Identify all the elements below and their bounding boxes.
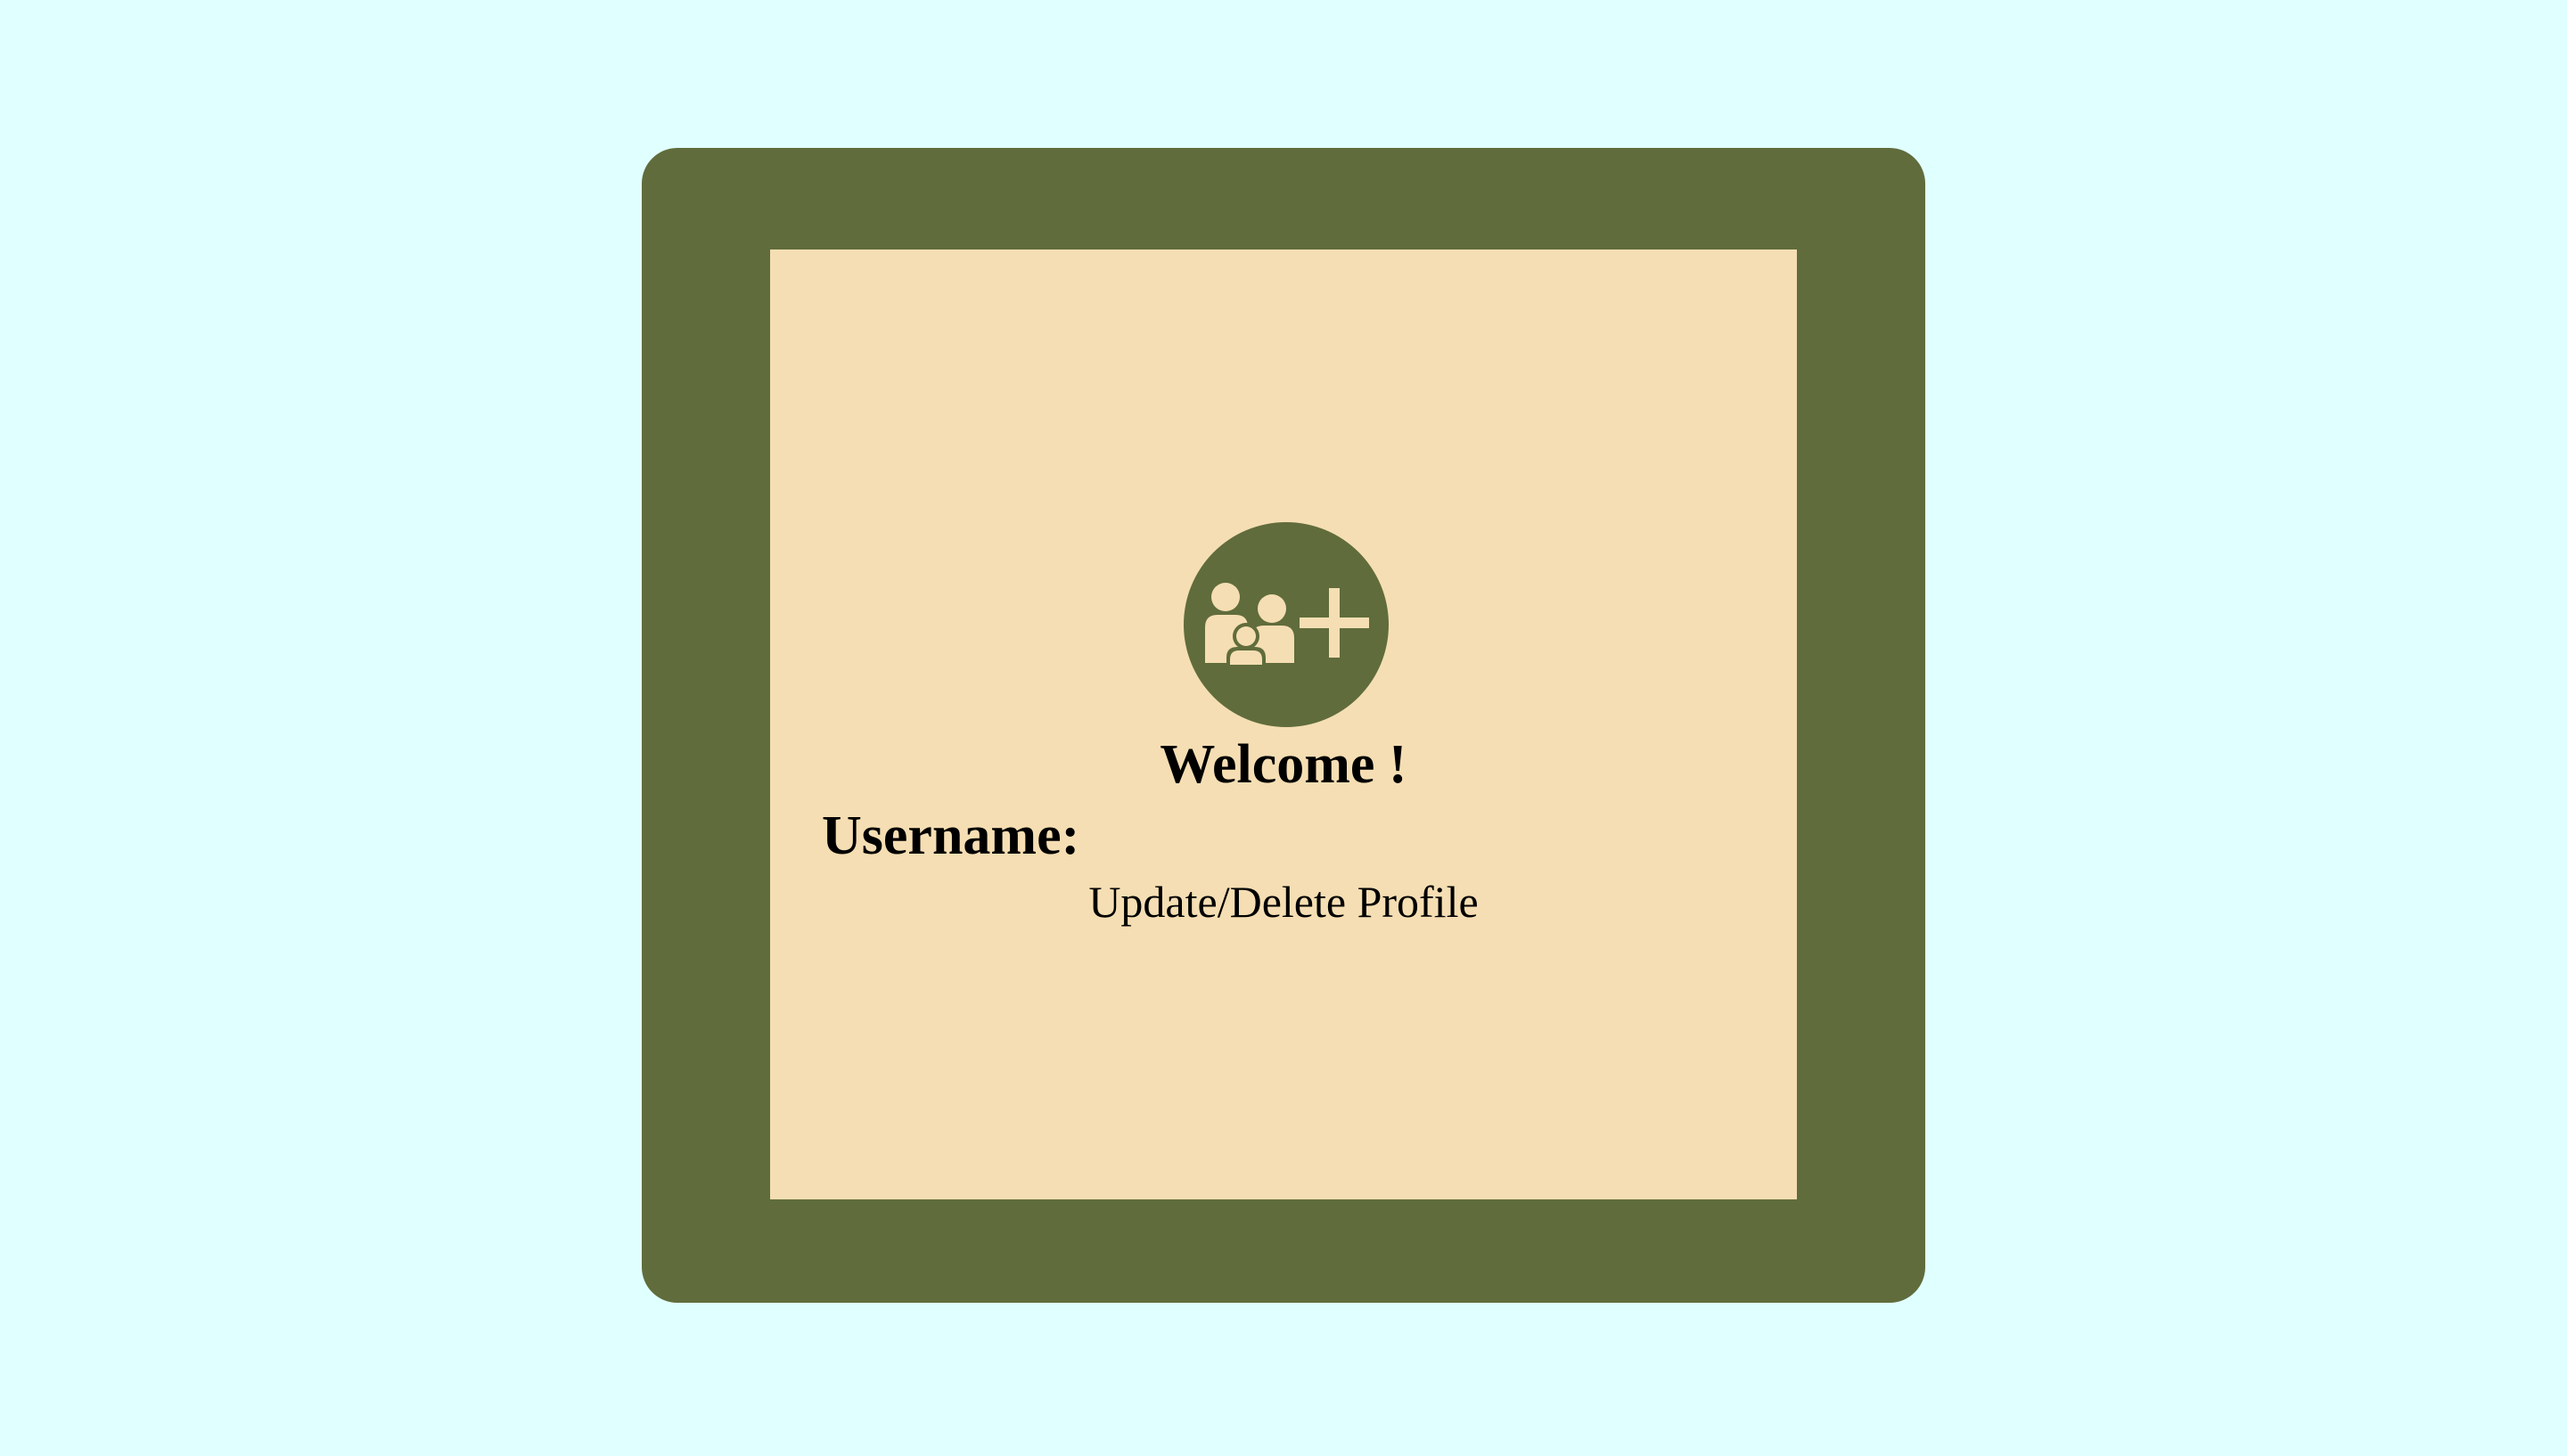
update-delete-profile-link[interactable]: Update/Delete Profile (1088, 877, 1478, 927)
family-add-icon (1205, 583, 1369, 665)
profile-card-frame: Welcome ! Username: Update/Delete Profil… (642, 148, 1925, 1303)
page: Welcome ! Username: Update/Delete Profil… (0, 0, 2567, 1456)
username-label: Username: (822, 806, 1080, 866)
update-delete-profile-container: Update/Delete Profile (770, 873, 1797, 930)
avatar (1184, 522, 1389, 727)
profile-card-panel: Welcome ! Username: Update/Delete Profil… (770, 249, 1797, 1199)
welcome-title: Welcome ! (1160, 734, 1407, 795)
